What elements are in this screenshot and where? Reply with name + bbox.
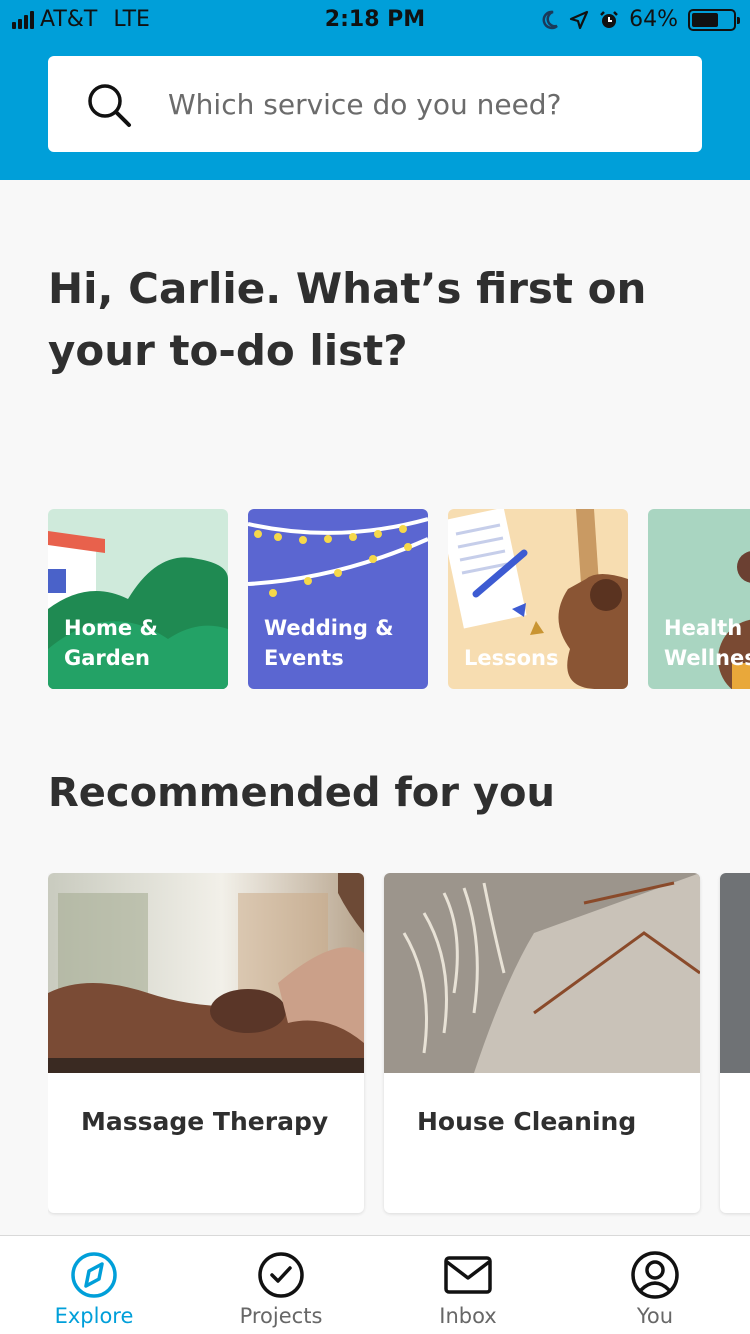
search-bar[interactable]	[48, 56, 702, 152]
tab-label: You	[636, 1304, 674, 1328]
recommended-card-partial[interactable]	[720, 873, 750, 1213]
status-right: 64%	[541, 7, 740, 32]
tab-label: Projects	[239, 1304, 323, 1328]
recommended-carousel[interactable]: Massage Therapy House Cleaning	[48, 873, 750, 1218]
header: AT&T LTE 2:18 PM 64%	[0, 0, 750, 180]
category-label: Wedding & Events	[264, 616, 394, 670]
greeting-title: Hi, Carlie. What’s first on your to-do l…	[48, 264, 647, 375]
recommended-card-cleaning[interactable]: House Cleaning	[384, 873, 700, 1213]
category-carousel[interactable]: Home & Garden Wedding & Events Lessons H…	[48, 509, 750, 689]
compass-icon	[71, 1252, 117, 1298]
tab-explore[interactable]: Explore	[14, 1236, 174, 1334]
recommended-card-title: House Cleaning	[417, 1107, 637, 1136]
tab-projects[interactable]: Projects	[201, 1236, 361, 1334]
moon-icon	[542, 10, 558, 29]
category-label: Health & Wellness	[664, 616, 750, 670]
rug-photo	[384, 873, 700, 1073]
category-card-wedding-events[interactable]: Wedding & Events	[248, 509, 428, 689]
user-icon	[631, 1251, 679, 1299]
category-label: Home & Garden	[64, 616, 158, 670]
battery-fill	[692, 12, 718, 27]
battery-icon	[688, 8, 740, 31]
category-label: Lessons	[464, 646, 559, 670]
tab-inbox[interactable]: Inbox	[388, 1236, 548, 1334]
alarm-icon	[600, 10, 618, 28]
search-icon	[88, 84, 131, 127]
partial-photo	[720, 873, 750, 1073]
recommended-title: Recommended for you	[48, 770, 555, 816]
tab-label: Inbox	[439, 1304, 497, 1328]
location-arrow-icon	[569, 10, 589, 29]
search-input[interactable]	[168, 76, 668, 132]
category-card-lessons[interactable]: Lessons	[448, 509, 628, 689]
envelope-icon	[444, 1256, 492, 1294]
check-circle-icon	[258, 1252, 304, 1298]
tab-you[interactable]: You	[575, 1236, 735, 1334]
tab-label: Explore	[54, 1304, 134, 1328]
recommended-card-title: Massage Therapy	[81, 1107, 329, 1136]
battery-percent: 64%	[629, 7, 678, 32]
tab-bar: Explore Projects Inbox You	[0, 1235, 750, 1334]
category-card-home-garden[interactable]: Home & Garden	[48, 509, 228, 689]
massage-photo	[48, 873, 364, 1073]
recommended-card-massage[interactable]: Massage Therapy	[48, 873, 364, 1213]
status-bar: AT&T LTE 2:18 PM 64%	[0, 0, 750, 40]
category-card-health-wellness[interactable]: Health & Wellness	[648, 509, 750, 689]
